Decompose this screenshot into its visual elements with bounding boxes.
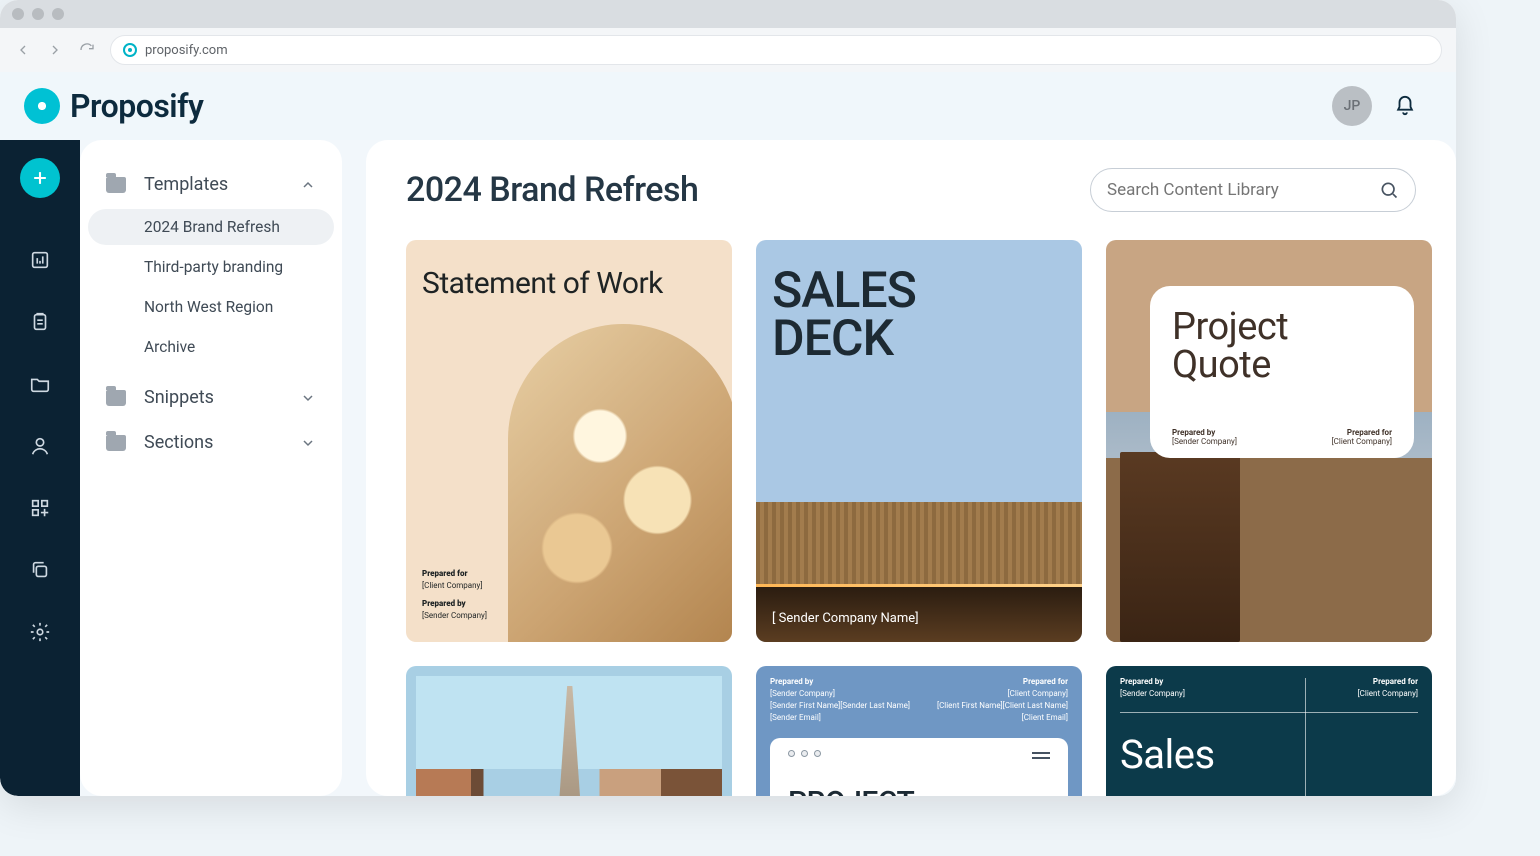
chevron-up-icon [300, 177, 316, 193]
traffic-light-close[interactable] [12, 8, 24, 20]
brand[interactable]: Proposify [24, 87, 203, 125]
card-meta: Prepared for[Client Company] Prepared by… [422, 568, 487, 622]
main-panel: 2024 Brand Refresh Statement of Work [366, 140, 1456, 796]
sidebar-item-archive[interactable]: Archive [88, 329, 334, 365]
folder-icon [106, 435, 126, 451]
card-meta: Prepared by [Sender Company] [Sender Fir… [770, 676, 1068, 724]
back-button[interactable] [14, 41, 32, 59]
card-image-structure [1120, 452, 1240, 642]
template-card-city[interactable] [406, 666, 732, 796]
avatar-initials: JP [1344, 98, 1361, 114]
nav-rail [0, 140, 80, 796]
brand-logo-icon [24, 88, 60, 124]
brand-name: Proposify [70, 87, 203, 125]
main-header: 2024 Brand Refresh [406, 168, 1416, 212]
sidebar: Templates 2024 Brand Refresh Third-party… [80, 140, 342, 796]
folder-icon [106, 177, 126, 193]
site-favicon [123, 43, 137, 57]
card-title: Statement of Work [422, 268, 663, 300]
sidebar-item-2024-brand-refresh[interactable]: 2024 Brand Refresh [88, 209, 334, 245]
gear-icon[interactable] [28, 620, 52, 644]
clipboard-icon[interactable] [28, 310, 52, 334]
card-title: PROJECT [788, 785, 1050, 796]
person-icon[interactable] [28, 434, 52, 458]
window-dots-icon [788, 750, 1050, 757]
avatar[interactable]: JP [1332, 86, 1372, 126]
apps-icon[interactable] [28, 496, 52, 520]
search-input[interactable] [1107, 180, 1369, 200]
card-accent [756, 584, 1082, 587]
card-image-spire [557, 686, 583, 796]
sidebar-group-sections[interactable]: Sections [88, 422, 334, 463]
app-banner: Proposify JP [0, 72, 1456, 140]
card-title: SALES DECK [772, 268, 916, 363]
forward-button[interactable] [46, 41, 64, 59]
banner-right: JP [1332, 86, 1416, 126]
folder-icon [106, 390, 126, 406]
card-image [508, 324, 732, 642]
template-card-statement-of-work[interactable]: Statement of Work Prepared for[Client Co… [406, 240, 732, 642]
card-meta: Prepared by [Sender Company] Prepared fo… [1120, 676, 1418, 700]
sidebar-group-templates[interactable]: Templates [88, 164, 334, 205]
url-box[interactable]: proposify.com [110, 35, 1442, 65]
url-text: proposify.com [145, 43, 228, 58]
reload-button[interactable] [78, 41, 96, 59]
card-divider-vertical [1305, 678, 1306, 796]
folder-icon[interactable] [28, 372, 52, 396]
page-title: 2024 Brand Refresh [406, 170, 698, 210]
card-sender: [ Sender Company Name] [772, 611, 919, 626]
sidebar-group-label: Sections [144, 432, 213, 453]
dashboard-icon[interactable] [28, 248, 52, 272]
copy-icon[interactable] [28, 558, 52, 582]
template-card-project-quote[interactable]: Project Quote Prepared by[Sender Company… [1106, 240, 1432, 642]
sidebar-item-third-party-branding[interactable]: Third-party branding [88, 249, 334, 285]
chevron-down-icon [300, 435, 316, 451]
card-panel: Project Quote Prepared by[Sender Company… [1150, 286, 1414, 458]
sidebar-group-label: Templates [144, 174, 228, 195]
template-card-sales-deck[interactable]: SALES DECK [ Sender Company Name] [756, 240, 1082, 642]
template-card-project-doc[interactable]: Prepared by [Sender Company] [Sender Fir… [756, 666, 1082, 796]
traffic-light-min[interactable] [32, 8, 44, 20]
bell-icon[interactable] [1394, 95, 1416, 117]
create-button[interactable] [20, 158, 60, 198]
chevron-down-icon [300, 390, 316, 406]
template-grid: Statement of Work Prepared for[Client Co… [406, 240, 1416, 796]
traffic-light-max[interactable] [52, 8, 64, 20]
titlebar [0, 0, 1456, 28]
card-title: Project Quote [1172, 308, 1392, 384]
menu-icon [1032, 752, 1050, 759]
search-box[interactable] [1090, 168, 1416, 212]
card-divider [1120, 712, 1418, 713]
search-icon [1379, 180, 1399, 200]
template-card-sales-dark[interactable]: Prepared by [Sender Company] Prepared fo… [1106, 666, 1432, 796]
sidebar-group-snippets[interactable]: Snippets [88, 377, 334, 418]
sidebar-group-label: Snippets [144, 387, 214, 408]
card-title: Sales [1120, 731, 1418, 778]
sidebar-item-north-west-region[interactable]: North West Region [88, 289, 334, 325]
browser-window: proposify.com Proposify JP [0, 0, 1456, 796]
card-meta: Prepared by[Sender Company] Prepared for… [1172, 428, 1392, 446]
card-doc: PROJECT [770, 738, 1068, 796]
card-image [416, 676, 722, 796]
url-bar-row: proposify.com [0, 28, 1456, 72]
app-body: Templates 2024 Brand Refresh Third-party… [0, 140, 1456, 796]
